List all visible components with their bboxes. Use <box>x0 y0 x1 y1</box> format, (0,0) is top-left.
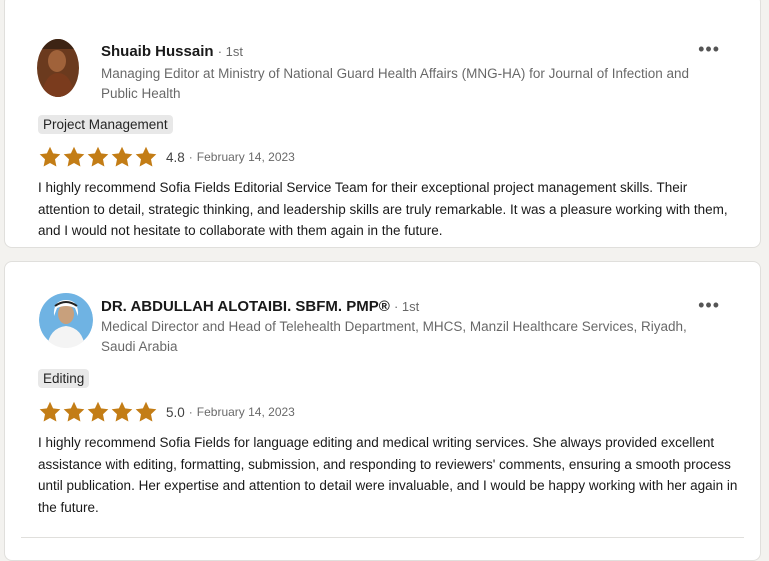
divider <box>21 537 744 538</box>
recommender-name-line: DR. ABDULLAH ALOTAIBI. SBFM. PMP® · 1st <box>101 298 419 315</box>
recommender-headline: Managing Editor at Ministry of National … <box>101 66 690 101</box>
rating-row: 4.8 · February 14, 2023 <box>38 145 295 169</box>
rating-row: 5.0 · February 14, 2023 <box>38 400 295 424</box>
avatar[interactable] <box>37 39 79 97</box>
review-date: February 14, 2023 <box>196 150 295 164</box>
star-icon <box>134 145 158 169</box>
star-icon <box>62 145 86 169</box>
separator: · <box>188 150 193 164</box>
recommender-name[interactable]: DR. ABDULLAH ALOTAIBI. SBFM. PMP® <box>101 298 390 315</box>
star-icon <box>38 400 62 424</box>
star-icon <box>38 145 62 169</box>
star-icon <box>110 145 134 169</box>
recommendation-text: I highly recommend Sofia Fields Editoria… <box>38 180 728 238</box>
rating-score: 4.8 <box>166 149 185 165</box>
star-icon <box>62 400 86 424</box>
skill-tag: Editing <box>38 369 90 388</box>
rating-score: 5.0 <box>166 404 185 420</box>
star-rating <box>38 145 158 169</box>
star-icon <box>86 400 110 424</box>
recommender-headline: Medical Director and Head of Telehealth … <box>101 319 687 354</box>
ellipsis-icon[interactable]: ••• <box>698 295 720 316</box>
connection-degree: · 1st <box>393 299 420 314</box>
avatar[interactable] <box>39 292 93 348</box>
recommendation-card: Shuaib Hussain · 1st Managing Editor at … <box>4 0 761 248</box>
review-date: February 14, 2023 <box>196 405 295 419</box>
recommendation-text: I highly recommend Sofia Fields for lang… <box>38 435 738 515</box>
separator: · <box>188 405 193 419</box>
star-icon <box>134 400 158 424</box>
recommender-name[interactable]: Shuaib Hussain <box>101 43 214 60</box>
skill-tag: Project Management <box>38 115 173 134</box>
star-icon <box>110 400 134 424</box>
star-icon <box>86 145 110 169</box>
recommender-name-line: Shuaib Hussain · 1st <box>101 43 243 60</box>
star-rating <box>38 400 158 424</box>
connection-degree: · 1st <box>217 44 243 59</box>
recommendation-card: DR. ABDULLAH ALOTAIBI. SBFM. PMP® · 1st … <box>4 261 761 561</box>
ellipsis-icon[interactable]: ••• <box>698 39 720 60</box>
